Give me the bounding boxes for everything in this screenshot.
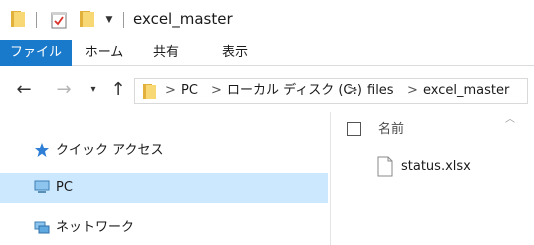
sidebar-item-label: クイック アクセス (56, 143, 164, 158)
network-icon (34, 221, 50, 234)
title-bar: ▼ excel_master (0, 0, 534, 40)
sidebar-item-quick-access[interactable]: クイック アクセス (0, 136, 328, 166)
title-separator (123, 12, 124, 28)
tab-home[interactable]: ホーム (79, 40, 129, 66)
sidebar-item-network[interactable]: ネットワーク (0, 213, 328, 243)
breadcrumb-local-disk[interactable]: ローカル ディスク (C:) (227, 79, 362, 103)
new-folder-icon[interactable] (80, 10, 94, 28)
select-all-checkbox[interactable] (347, 122, 361, 136)
navigation-pane: クイック アクセス PC ネットワーク (0, 112, 330, 245)
breadcrumb-files[interactable]: files (367, 79, 394, 103)
ribbon-tabs: ファイル ホーム 共有 表示 (0, 40, 534, 66)
up-arrow-icon[interactable]: ↑ (106, 78, 130, 102)
toolbar-separator (36, 12, 37, 28)
breadcrumb-separator: > (211, 83, 222, 98)
pane-divider[interactable] (330, 112, 331, 245)
sort-up-icon: ︿ (505, 114, 515, 125)
recent-locations-chevron-icon[interactable]: ▾ (86, 78, 100, 102)
breadcrumb-pc[interactable]: PC (181, 79, 198, 103)
tab-share[interactable]: 共有 (143, 40, 189, 66)
file-name: status.xlsx (401, 159, 471, 174)
properties-icon[interactable] (51, 11, 67, 29)
breadcrumb-excel-master[interactable]: excel_master (423, 79, 509, 103)
sidebar-item-pc[interactable]: PC (0, 173, 328, 203)
forward-arrow-icon[interactable]: → (52, 78, 76, 102)
breadcrumb-separator: > (407, 83, 418, 98)
document-icon (377, 156, 393, 177)
navigation-bar: ← → ▾ ↑ > PC > ローカル ディスク (C:) > files > … (0, 70, 534, 110)
breadcrumb-separator: > (347, 83, 358, 98)
sidebar-item-label: PC (56, 180, 73, 195)
window-title: excel_master (133, 10, 233, 28)
back-arrow-icon[interactable]: ← (12, 78, 36, 102)
folder-icon (143, 84, 156, 99)
folder-icon[interactable] (11, 10, 25, 28)
address-bar[interactable]: > PC > ローカル ディスク (C:) > files > excel_ma… (134, 78, 528, 104)
tab-view[interactable]: 表示 (212, 40, 258, 66)
file-row[interactable]: status.xlsx (370, 152, 528, 182)
column-header-name[interactable]: 名前 (378, 121, 404, 139)
computer-icon (34, 180, 50, 193)
sidebar-item-label: ネットワーク (56, 220, 135, 235)
tab-file[interactable]: ファイル (0, 40, 72, 66)
star-icon (35, 143, 49, 157)
customize-toolbar-dropdown-icon[interactable]: ▼ (103, 12, 115, 28)
breadcrumb-separator: > (165, 83, 176, 98)
